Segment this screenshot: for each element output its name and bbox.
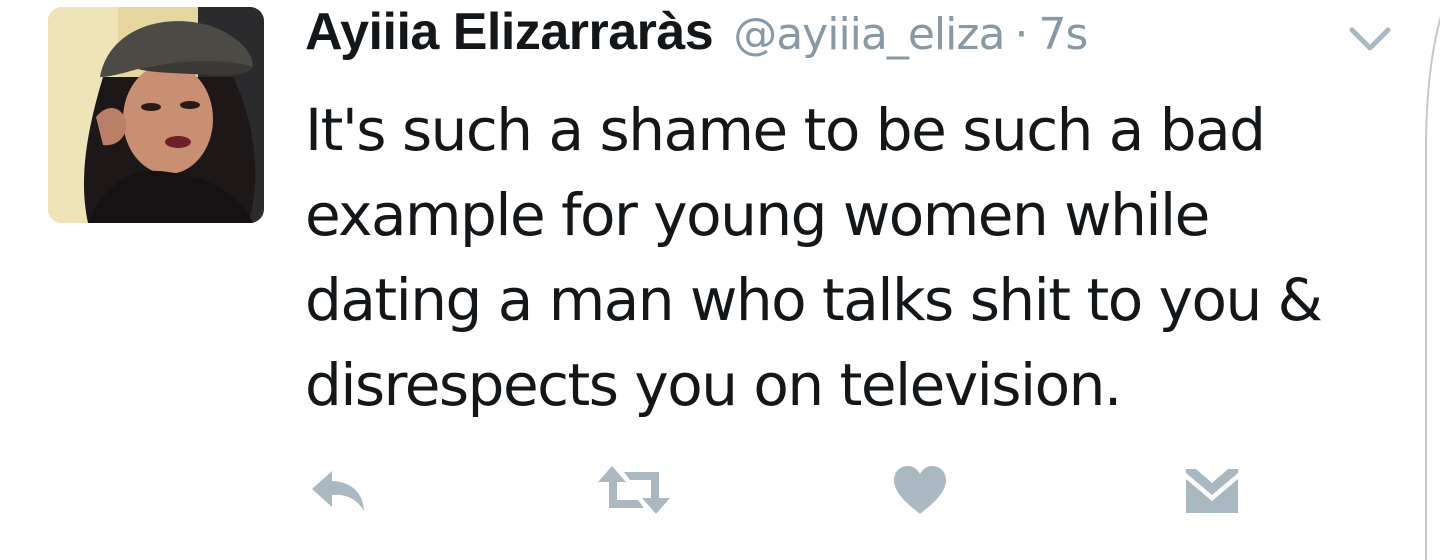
like-icon[interactable] — [880, 455, 960, 525]
display-name[interactable]: Ayiiia Elizarraràs — [305, 2, 714, 62]
tweet-header: Ayiiia Elizarraràs @ayiiia_eliza · 7s — [305, 2, 1088, 72]
screen-edge-divider — [1418, 0, 1440, 560]
timestamp[interactable]: 7s — [1038, 9, 1088, 60]
reply-icon[interactable] — [298, 455, 378, 525]
tweet-text: It's such a shame to be such a bad examp… — [305, 96, 1323, 419]
avatar-image — [48, 7, 264, 223]
tweet-card: Ayiiia Elizarraràs @ayiiia_eliza · 7s It… — [0, 0, 1440, 560]
separator-dot: · — [1014, 9, 1029, 60]
direct-message-icon[interactable] — [1172, 455, 1252, 525]
avatar[interactable] — [48, 7, 264, 223]
tweet-actions — [0, 455, 1440, 525]
retweet-icon[interactable] — [594, 455, 674, 525]
more-options-chevron-icon[interactable] — [1348, 24, 1392, 54]
user-handle[interactable]: @ayiiia_eliza — [733, 9, 1005, 60]
